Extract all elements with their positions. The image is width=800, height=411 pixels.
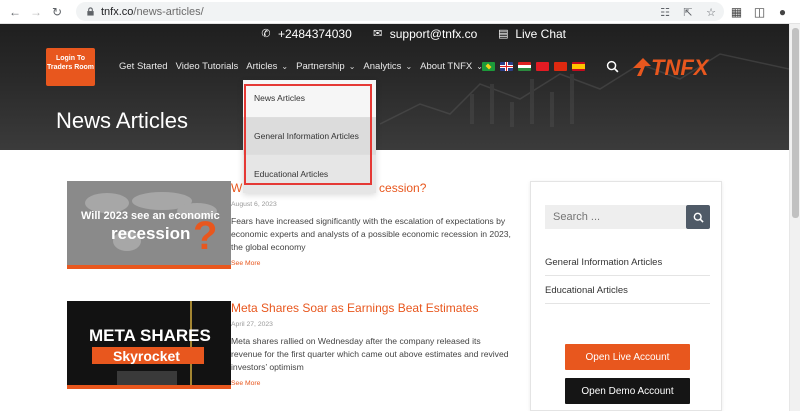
envelope-icon: ✉ xyxy=(373,28,383,40)
see-more-link[interactable]: See More xyxy=(231,380,513,387)
nav-item-about-tnfx[interactable]: About TNFX ⌄ xyxy=(420,61,483,72)
article-thumbnail[interactable]: Will 2023 see an economic recession ? xyxy=(67,181,231,269)
contact-bar: ✆ +2484374030 ✉ support@tnfx.co ▤ Live C… xyxy=(260,27,566,41)
see-more-link[interactable]: See More xyxy=(231,260,513,267)
nav-item-articles[interactable]: Articles ⌄ xyxy=(246,61,288,72)
sidebar-link-general-information-articles[interactable]: General Information Articles xyxy=(545,257,710,276)
address-bar[interactable]: tnfx.co/news-articles/ ☷ ⇱ ☆ xyxy=(76,2,724,21)
phone-contact[interactable]: ✆ +2484374030 xyxy=(260,27,352,41)
email-contact[interactable]: ✉ support@tnfx.co xyxy=(372,27,478,41)
browser-toolbar: ← → ↻ tnfx.co/news-articles/ ☷ ⇱ ☆ ▦ ◫ ●… xyxy=(0,0,800,24)
nav-item-partnership[interactable]: Partnership ⌄ xyxy=(296,61,355,72)
nav-item-get-started[interactable]: Get Started xyxy=(119,61,168,72)
article-excerpt: Meta shares rallied on Wednesday after t… xyxy=(231,336,509,373)
article-title[interactable]: W cession? xyxy=(231,181,513,196)
nav-label: Get Started xyxy=(119,61,168,72)
tnfx-logo[interactable]: TNFX xyxy=(633,54,739,80)
share-icon[interactable]: ⇱ xyxy=(681,6,695,20)
sidebar-link-educational-articles[interactable]: Educational Articles xyxy=(545,285,710,304)
chevron-down-icon: ⌄ xyxy=(405,62,413,71)
article-card: Will 2023 see an economic recession ? W … xyxy=(67,181,511,271)
phone-icon: ✆ xyxy=(261,28,271,40)
nav-item-analytics[interactable]: Analytics ⌄ xyxy=(363,61,412,72)
live-chat-label: Live Chat xyxy=(515,27,567,41)
recession-thumbnail-art: Will 2023 see an economic recession ? xyxy=(67,181,231,269)
flag-china-icon[interactable] xyxy=(554,62,567,71)
scrollbar-thumb[interactable] xyxy=(792,28,799,218)
side-panel-icon[interactable]: ◫ xyxy=(753,5,766,19)
flag-uk-icon[interactable] xyxy=(500,62,513,71)
email-address: support@tnfx.co xyxy=(389,27,478,41)
thumb-line2: recession xyxy=(111,224,190,243)
article-text: Meta Shares Soar as Earnings Beat Estima… xyxy=(231,301,513,387)
search-button[interactable] xyxy=(686,205,710,229)
nav-label: About TNFX xyxy=(420,61,473,72)
flag-brazil-icon[interactable] xyxy=(482,62,495,71)
meta-thumbnail-art: META SHARES Skyrocket xyxy=(67,301,231,389)
dropdown-highlight-box xyxy=(244,84,372,185)
article-text: W cession? August 6, 2023 Fears have inc… xyxy=(231,181,513,267)
nav-item-video-tutorials[interactable]: Video Tutorials xyxy=(176,61,239,72)
search-icon[interactable] xyxy=(606,60,619,73)
chat-bubble-icon: ▤ xyxy=(498,28,509,40)
live-chat-link[interactable]: ▤ Live Chat xyxy=(497,27,566,41)
open-live-account-button[interactable]: Open Live Account xyxy=(565,344,690,370)
article-title[interactable]: Meta Shares Soar as Earnings Beat Estima… xyxy=(231,301,513,316)
extensions-icon[interactable]: ▦ xyxy=(730,5,743,19)
flag-turkey-icon[interactable] xyxy=(536,62,549,71)
back-icon[interactable]: ← xyxy=(9,6,21,18)
main-navigation: Get Started Video Tutorials Articles ⌄ Pa… xyxy=(119,61,486,72)
thumb-line1: META SHARES xyxy=(89,326,211,345)
translate-icon[interactable]: ☷ xyxy=(658,6,672,20)
article-excerpt: Fears have increased significantly with … xyxy=(231,216,511,253)
profile-icon[interactable]: ● xyxy=(776,5,789,19)
article-title-visible: W cession? xyxy=(231,181,427,195)
article-card: META SHARES Skyrocket Meta Shares Soar a… xyxy=(67,301,511,391)
flag-spain-icon[interactable] xyxy=(572,62,585,71)
url-path: /news-articles/ xyxy=(133,5,204,18)
sidebar: General Information Articles Educational… xyxy=(530,181,722,411)
open-demo-account-button[interactable]: Open Demo Account xyxy=(565,378,690,404)
page-scrollbar[interactable] xyxy=(789,24,800,411)
forward-icon[interactable]: → xyxy=(30,6,42,18)
url-host: tnfx.co xyxy=(101,5,134,18)
nav-label: Video Tutorials xyxy=(175,61,239,72)
language-flags xyxy=(482,62,585,71)
search-icon xyxy=(693,212,704,223)
chevron-down-icon: ⌄ xyxy=(348,62,356,71)
site-header: ✆ +2484374030 ✉ support@tnfx.co ▤ Live C… xyxy=(0,24,789,150)
bookmark-star-icon[interactable]: ☆ xyxy=(704,6,718,20)
lock-icon xyxy=(87,7,94,16)
chevron-down-icon: ⌄ xyxy=(281,62,289,71)
reload-icon[interactable]: ↻ xyxy=(51,6,63,18)
phone-number: +2484374030 xyxy=(278,27,352,41)
logo-text: TNFX xyxy=(651,55,710,80)
question-mark-icon: ? xyxy=(193,214,217,258)
nav-label: Partnership xyxy=(296,61,345,72)
page-title: News Articles xyxy=(56,108,189,133)
thumb-line2: Skyrocket xyxy=(113,348,180,364)
nav-label: Analytics xyxy=(363,61,402,72)
flag-hungary-icon[interactable] xyxy=(518,62,531,71)
nav-label: Articles xyxy=(246,61,278,72)
search-input[interactable] xyxy=(545,205,686,229)
article-date: August 6, 2023 xyxy=(231,201,277,208)
article-date: April 27, 2023 xyxy=(231,321,273,328)
login-traders-room-button[interactable]: Login To Traders Room xyxy=(46,48,95,86)
article-thumbnail[interactable]: META SHARES Skyrocket xyxy=(67,301,231,389)
